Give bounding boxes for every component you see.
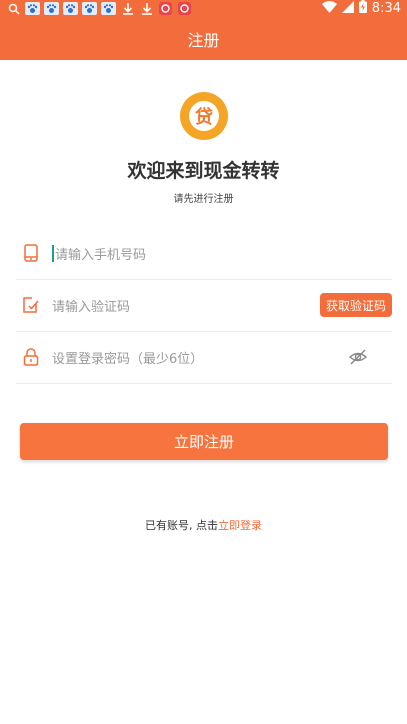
baidu-paw-icon bbox=[44, 2, 59, 15]
text-cursor bbox=[52, 244, 54, 262]
baidu-paw-icon bbox=[63, 2, 78, 15]
password-placeholder: 设置登录密码（最少6位） bbox=[52, 351, 204, 367]
register-button[interactable]: 立即注册 bbox=[20, 423, 388, 460]
phone-icon bbox=[21, 243, 41, 263]
code-placeholder: 请输入验证码 bbox=[52, 299, 131, 315]
status-bar: 8:34 bbox=[0, 0, 407, 17]
signal-icon bbox=[341, 0, 354, 17]
baidu-paw-icon bbox=[101, 2, 116, 15]
phone-placeholder: 请输入手机号码 bbox=[55, 247, 147, 263]
wifi-icon bbox=[321, 0, 337, 17]
get-code-button[interactable]: 获取验证码 bbox=[319, 293, 392, 317]
title-bar: 注册 bbox=[0, 17, 407, 60]
notification-icons bbox=[0, 2, 192, 15]
login-link[interactable]: 立即登录 bbox=[218, 519, 262, 532]
baidu-paw-icon bbox=[82, 2, 97, 15]
edit-check-icon bbox=[21, 295, 41, 315]
baidu-paw-icon bbox=[25, 2, 40, 15]
download-icon bbox=[139, 2, 154, 15]
login-prompt: 已有账号, 点击立即登录 bbox=[0, 517, 407, 533]
welcome-title: 欢迎来到现金转转 bbox=[127, 160, 280, 182]
system-tray: 8:34 bbox=[321, 0, 401, 17]
phone-field[interactable]: 请输入手机号码 bbox=[16, 227, 392, 280]
eye-hidden-icon[interactable] bbox=[348, 347, 368, 367]
lock-icon bbox=[21, 347, 41, 367]
red-app-icon bbox=[177, 2, 192, 15]
app-logo: 贷 bbox=[180, 92, 228, 140]
page-title: 注册 bbox=[187, 30, 220, 50]
logo-glyph: 贷 bbox=[189, 101, 219, 131]
welcome-subtitle: 请先进行注册 bbox=[173, 194, 234, 205]
battery-icon bbox=[358, 0, 367, 17]
download-icon bbox=[120, 2, 135, 15]
red-app-icon bbox=[158, 2, 173, 15]
search-icon bbox=[6, 2, 21, 15]
login-prompt-text: 已有账号, 点击 bbox=[145, 519, 218, 532]
password-field[interactable]: 设置登录密码（最少6位） bbox=[16, 331, 392, 384]
verification-code-field[interactable]: 请输入验证码 获取验证码 bbox=[16, 279, 392, 332]
clock: 8:34 bbox=[371, 1, 401, 16]
